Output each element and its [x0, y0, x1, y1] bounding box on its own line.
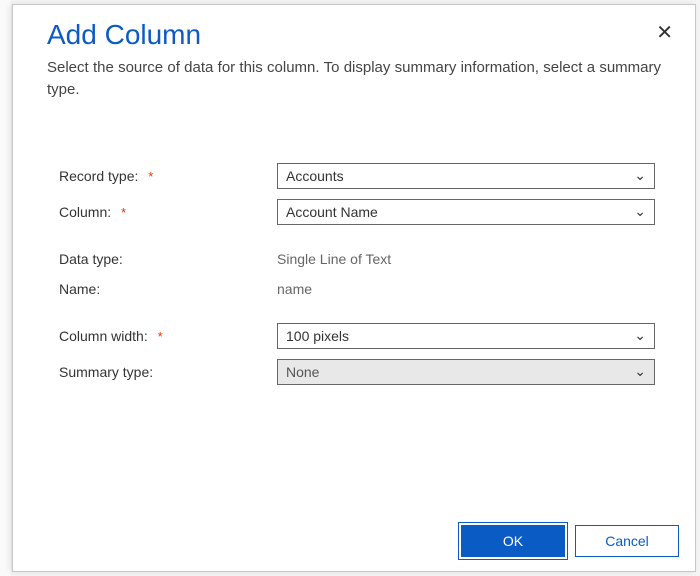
select-column-width-value: 100 pixels: [286, 328, 349, 344]
row-column: Column: * Account Name ⌄: [59, 199, 655, 225]
select-column-width[interactable]: 100 pixels ⌄: [277, 323, 655, 349]
dialog-title: Add Column: [47, 19, 661, 51]
row-record-type: Record type: * Accounts ⌄: [59, 163, 655, 189]
dialog-body: Record type: * Accounts ⌄ Column: * Acco…: [13, 105, 695, 514]
row-summary-type: Summary type: None ⌄: [59, 359, 655, 385]
select-column[interactable]: Account Name ⌄: [277, 199, 655, 225]
add-column-dialog: Add Column ✕ Select the source of data f…: [12, 4, 696, 572]
row-name: Name: name: [59, 279, 655, 299]
label-column-width: Column width: *: [59, 328, 277, 344]
label-text-data-type: Data type:: [59, 251, 123, 267]
select-summary-type: None ⌄: [277, 359, 655, 385]
label-text-name: Name:: [59, 281, 100, 297]
select-column-value: Account Name: [286, 204, 378, 220]
label-record-type: Record type: *: [59, 168, 277, 184]
label-text-column: Column:: [59, 204, 111, 220]
row-data-type: Data type: Single Line of Text: [59, 249, 655, 269]
background-edge: [0, 0, 12, 576]
row-column-width: Column width: * 100 pixels ⌄: [59, 323, 655, 349]
select-record-type[interactable]: Accounts ⌄: [277, 163, 655, 189]
label-text-record-type: Record type:: [59, 168, 138, 184]
label-summary-type: Summary type:: [59, 364, 277, 380]
chevron-down-icon: ⌄: [634, 363, 646, 380]
required-mark: *: [121, 205, 126, 220]
value-data-type: Single Line of Text: [277, 249, 655, 269]
label-text-column-width: Column width:: [59, 328, 148, 344]
value-name: name: [277, 279, 655, 299]
select-record-type-value: Accounts: [286, 168, 344, 184]
dialog-header: Add Column ✕ Select the source of data f…: [13, 5, 695, 105]
label-name: Name:: [59, 281, 277, 297]
ok-button[interactable]: OK: [461, 525, 565, 557]
cancel-button[interactable]: Cancel: [575, 525, 679, 557]
dialog-description: Select the source of data for this colum…: [47, 57, 661, 101]
chevron-down-icon: ⌄: [634, 203, 646, 220]
label-text-summary-type: Summary type:: [59, 364, 153, 380]
label-column: Column: *: [59, 204, 277, 220]
required-mark: *: [148, 169, 153, 184]
close-icon[interactable]: ✕: [656, 23, 673, 43]
chevron-down-icon: ⌄: [634, 327, 646, 344]
select-summary-type-value: None: [286, 364, 319, 380]
required-mark: *: [158, 329, 163, 344]
label-data-type: Data type:: [59, 251, 277, 267]
chevron-down-icon: ⌄: [634, 167, 646, 184]
dialog-footer: OK Cancel: [13, 513, 695, 571]
